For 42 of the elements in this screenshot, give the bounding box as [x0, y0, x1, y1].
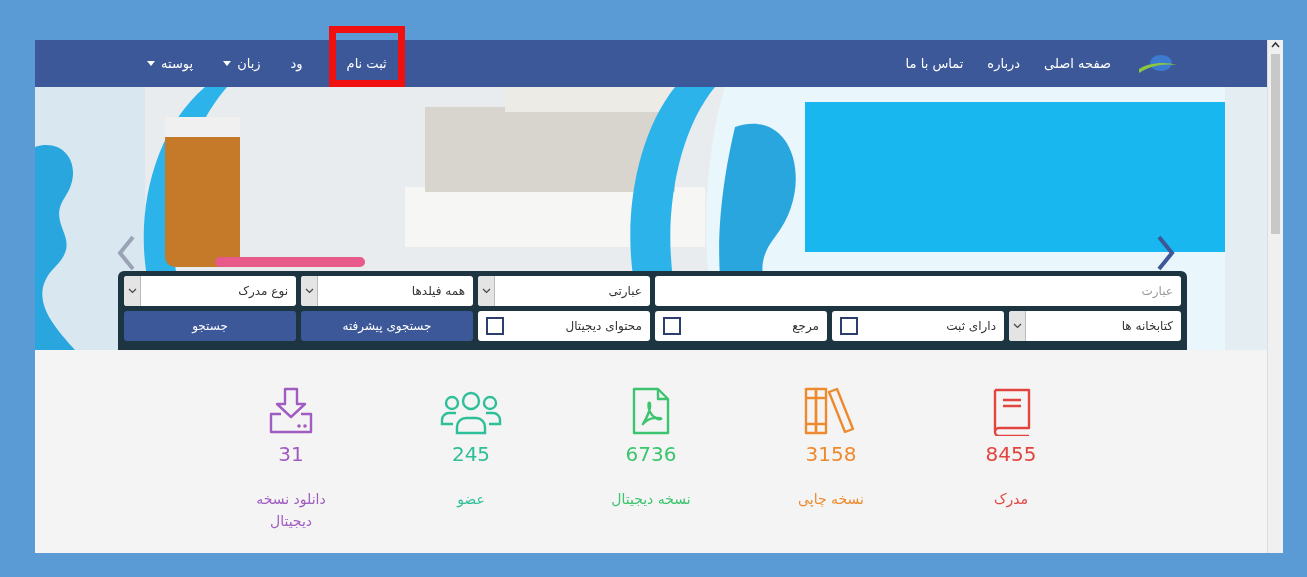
- search-button[interactable]: جستجوی پیشرفته: [301, 311, 473, 341]
- stat-label: نسخه چاپی: [797, 490, 865, 509]
- scroll-thumb[interactable]: [1271, 54, 1280, 234]
- checkbox[interactable]: [840, 317, 858, 335]
- checkbox-label: محتوای دیجیتال: [564, 319, 642, 333]
- chevron-down-icon: [304, 288, 314, 294]
- caret-icon: [223, 61, 232, 66]
- scroll-up-icon[interactable]: [1271, 40, 1280, 50]
- checkbox-label: دارای ثبت: [945, 319, 996, 333]
- nav-link[interactable]: صفحه اصلی: [1044, 56, 1111, 71]
- stat-label: مدرک: [992, 490, 1030, 510]
- dropdown[interactable]: عبارتی: [478, 276, 650, 306]
- users-icon: [439, 390, 503, 436]
- chevron-down-icon: [1012, 323, 1022, 329]
- nav-link[interactable]: زبان: [219, 40, 265, 87]
- nav-link[interactable]: درباره: [987, 56, 1021, 71]
- scrollbar[interactable]: [1267, 40, 1283, 553]
- dropdown[interactable]: همه فیلدها: [301, 276, 473, 306]
- checkbox-label: مرجع: [791, 319, 819, 333]
- search-field[interactable]: عبارت: [655, 276, 1181, 306]
- dropdown[interactable]: نوع مدرک: [124, 276, 296, 306]
- stat-count: 6736: [625, 442, 677, 466]
- nav-link[interactable]: تماس با ما: [905, 56, 964, 71]
- nav-link[interactable]: پوسته: [143, 40, 198, 87]
- pdf-file-icon: [631, 386, 671, 436]
- nav-link[interactable]: ثبت نام: [328, 40, 405, 87]
- search-button[interactable]: جستجو: [124, 311, 296, 341]
- stat-count: 245: [451, 442, 491, 466]
- checkbox[interactable]: [486, 317, 504, 335]
- dropdown[interactable]: کتابخانه ها: [1009, 311, 1181, 341]
- stat-count: 8455: [985, 442, 1037, 466]
- stat-count: 3158: [805, 442, 857, 466]
- caret-icon: [147, 61, 155, 66]
- stat-count: 31: [278, 442, 304, 466]
- stat-label: نسخه دیجیتال: [610, 490, 692, 509]
- checkbox[interactable]: [663, 317, 681, 335]
- nav-link[interactable]: ود: [286, 40, 307, 87]
- chevron-down-icon: [127, 288, 137, 294]
- stat-label: عضو: [455, 490, 486, 510]
- stat-label: دانلود نسخه دیجیتال: [255, 490, 327, 532]
- download-icon: [267, 386, 315, 436]
- chevron-down-icon: [481, 288, 491, 294]
